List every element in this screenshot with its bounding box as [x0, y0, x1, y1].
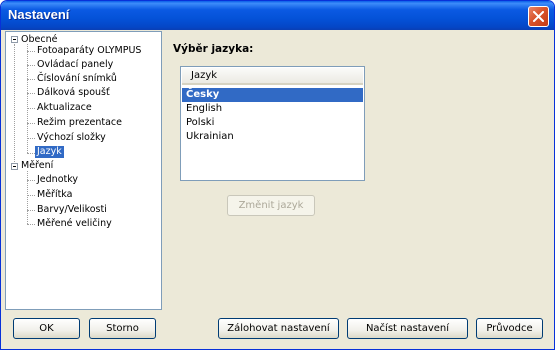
- window-title: Nastavení: [8, 7, 70, 22]
- backup-settings-button[interactable]: Zálohovat nastavení: [218, 318, 339, 339]
- close-button[interactable]: [528, 6, 549, 27]
- tree-line: [27, 210, 35, 211]
- tree-item-dalkova-spoust[interactable]: Dálková spoušť: [37, 87, 110, 99]
- column-header-jazyk[interactable]: Jazyk: [182, 68, 363, 85]
- tree-line: [27, 171, 28, 224]
- tree-item-cislovani[interactable]: Číslování snímků: [37, 73, 117, 85]
- language-option-ukrainian[interactable]: Ukrainian: [182, 130, 363, 144]
- tree-item-fotoaparaty[interactable]: Fotoaparáty OLYMPUS: [37, 45, 141, 57]
- tree-line: [27, 153, 35, 154]
- tree-line: [27, 93, 35, 94]
- language-list[interactable]: Jazyk Česky English Polski Ukrainian: [180, 66, 365, 181]
- tree-item-ovladaci-panely[interactable]: Ovládací panely: [37, 59, 113, 71]
- tree-line: [27, 44, 28, 153]
- tree-item-meritka[interactable]: Měřítka: [37, 189, 72, 201]
- ok-button[interactable]: OK: [13, 318, 80, 339]
- language-panel: Výběr jazyka: Jazyk Česky English Polski…: [164, 31, 551, 310]
- language-option-english[interactable]: English: [182, 102, 363, 116]
- tree-line: [27, 195, 35, 196]
- tree-item-rezim-prezentace[interactable]: Režim prezentace: [37, 117, 122, 129]
- collapse-icon[interactable]: [11, 163, 18, 170]
- column-header-label: Jazyk: [191, 70, 218, 81]
- tree-item-barvy-velikosti[interactable]: Barvy/Velikosti: [37, 204, 107, 216]
- tree-line: [27, 79, 35, 80]
- load-settings-button[interactable]: Načíst nastavení: [347, 318, 468, 339]
- settings-tree[interactable]: Obecné Fotoaparáty OLYMPUS Ovládací pane…: [5, 31, 162, 310]
- dialog-client: Obecné Fotoaparáty OLYMPUS Ovládací pane…: [4, 31, 551, 348]
- wizard-button[interactable]: Průvodce: [476, 318, 543, 339]
- section-heading: Výběr jazyka:: [173, 43, 254, 55]
- language-option-polski[interactable]: Polski: [182, 116, 363, 130]
- tree-line: [27, 180, 35, 181]
- tree-item-vychozi-slozky[interactable]: Výchozí složky: [37, 132, 106, 144]
- tree-item-aktualizace[interactable]: Aktualizace: [37, 102, 92, 114]
- settings-window: Nastavení Obecné Fotoaparáty OLYMPUS Ovl…: [0, 0, 555, 350]
- language-option-cesky[interactable]: Česky: [182, 88, 363, 102]
- tree-line: [27, 108, 35, 109]
- title-bar[interactable]: Nastavení: [1, 1, 554, 30]
- tree-item-merene-veliciny[interactable]: Měřené veličiny: [37, 218, 112, 230]
- close-icon: [533, 11, 544, 22]
- tree-group-mereni[interactable]: Měření: [21, 160, 53, 172]
- collapse-icon[interactable]: [11, 36, 18, 43]
- tree-line: [27, 138, 35, 139]
- tree-line: [27, 224, 35, 225]
- tree-item-jednotky[interactable]: Jednotky: [37, 174, 78, 186]
- tree-line: [27, 123, 35, 124]
- cancel-button[interactable]: Storno: [89, 318, 156, 339]
- tree-line: [27, 51, 35, 52]
- change-language-button[interactable]: Změnit jazyk: [227, 195, 315, 216]
- tree-line: [27, 65, 35, 66]
- tree-line: [14, 44, 15, 166]
- tree-item-jazyk[interactable]: Jazyk: [35, 146, 64, 158]
